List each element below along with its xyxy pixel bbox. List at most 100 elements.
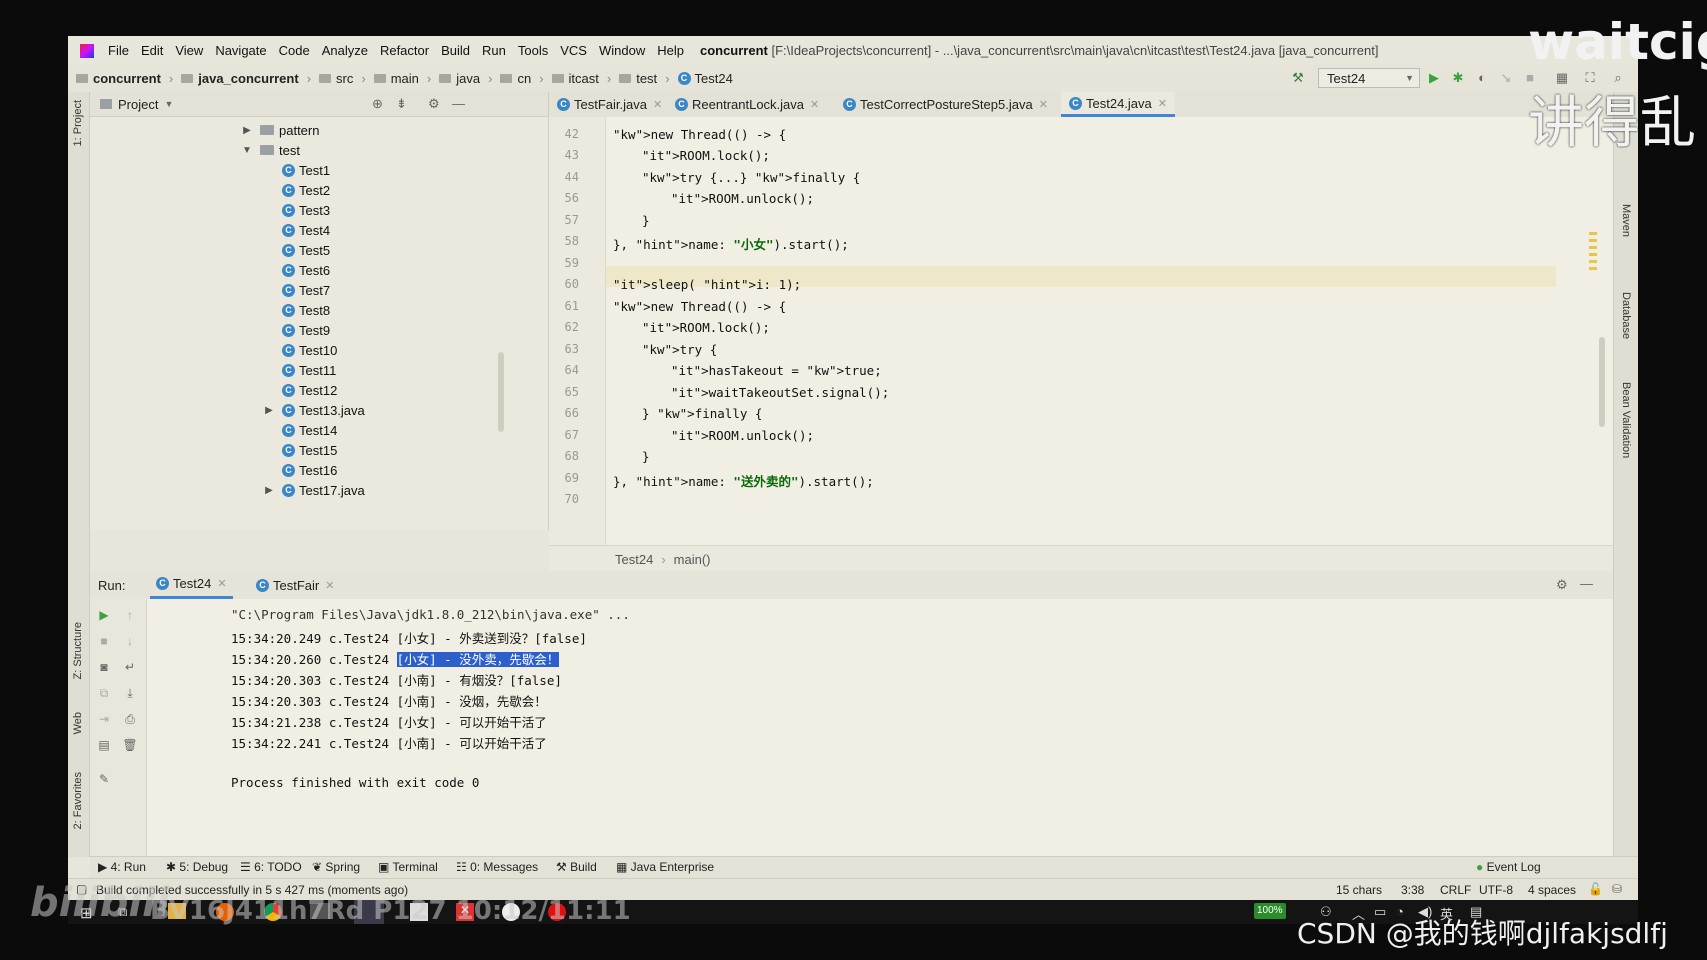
breadcrumb-cn[interactable]: cn › <box>500 71 544 86</box>
tree-item-pattern[interactable]: ▶ pattern <box>240 120 319 140</box>
tree-item-file[interactable]: ▶ C Test17.java <box>262 480 365 500</box>
chevron-down-icon[interactable]: ▼ <box>164 99 173 109</box>
menu-edit[interactable]: Edit <box>135 43 169 58</box>
layout-icon[interactable]: ▤ <box>96 737 112 753</box>
tree-item-class[interactable]: C Test15 <box>282 440 337 460</box>
breadcrumb-concurrent[interactable]: concurrent › <box>76 71 173 86</box>
menu-build[interactable]: Build <box>435 43 476 58</box>
chevron-right-icon[interactable]: ▶ <box>262 405 276 416</box>
project-panel-title[interactable]: Project <box>118 97 158 112</box>
tab-testcorrectposturestep5[interactable]: C TestCorrectPostureStep5.java ✕ <box>843 92 1048 117</box>
chevron-down-icon[interactable]: ▼ <box>240 145 254 156</box>
favorites-tool-button[interactable]: 2: Favorites <box>72 772 84 829</box>
menu-help[interactable]: Help <box>651 43 690 58</box>
stop-icon[interactable]: ■ <box>1522 70 1538 86</box>
tab-reentrantlock[interactable]: C ReentrantLock.java ✕ <box>675 92 819 117</box>
file-encoding[interactable]: UTF-8 <box>1479 883 1513 897</box>
profile-icon[interactable]: ↘ <box>1498 70 1514 86</box>
debug-tool-button[interactable]: ✱ 5: Debug <box>166 860 228 874</box>
console-output[interactable]: "C:\Program Files\Java\jdk1.8.0_212\bin\… <box>147 599 1613 856</box>
tree-item-class[interactable]: C Test11 <box>282 360 336 380</box>
menu-tools[interactable]: Tools <box>512 43 554 58</box>
soft-wrap-icon[interactable]: ↵ <box>122 659 138 675</box>
tree-item-class[interactable]: C Test2 <box>282 180 330 200</box>
chevron-right-icon[interactable]: ▶ <box>240 125 254 136</box>
tree-item-class[interactable]: C Test14 <box>282 420 337 440</box>
bean-validation-tool-button[interactable]: Bean Validation <box>1620 382 1632 458</box>
tree-item-class[interactable]: C Test5 <box>282 240 330 260</box>
menu-file[interactable]: File <box>102 43 135 58</box>
editor-scrollbar[interactable] <box>1599 337 1605 427</box>
git-icon[interactable]: ⛁ <box>1612 882 1622 896</box>
tree-item-class[interactable]: C Test3 <box>282 200 330 220</box>
exit-icon[interactable]: ⇥ <box>96 711 112 727</box>
run-tab-testfair[interactable]: C TestFair ✕ <box>250 571 340 599</box>
gear-icon[interactable]: ⚙ <box>1556 577 1568 593</box>
menu-analyze[interactable]: Analyze <box>316 43 374 58</box>
run-tab-test24[interactable]: C Test24 ✕ <box>150 571 233 599</box>
pin-icon[interactable]: ✎ <box>96 771 112 787</box>
menu-navigate[interactable]: Navigate <box>209 43 272 58</box>
chevron-right-icon[interactable]: ▶ <box>262 485 276 496</box>
build-hammer-icon[interactable]: ⚒ <box>1290 70 1306 86</box>
tree-scrollbar[interactable] <box>498 352 504 432</box>
breadcrumb-java[interactable]: java › <box>439 71 492 86</box>
breadcrumb-main[interactable]: main › <box>373 71 431 86</box>
breadcrumb-test[interactable]: test › <box>619 71 670 86</box>
tree-item-file[interactable]: ▶ C Test13.java <box>262 400 365 420</box>
print-icon[interactable]: ⎙ <box>122 711 138 727</box>
menu-vcs[interactable]: VCS <box>554 43 593 58</box>
project-structure-icon[interactable]: ▦ <box>1554 70 1570 86</box>
tab-test24[interactable]: C Test24.java ✕ <box>1061 92 1175 117</box>
locate-icon[interactable]: ⊕ <box>372 96 383 112</box>
breadcrumb-src[interactable]: src › <box>319 71 366 86</box>
maven-tool-button[interactable]: Maven <box>1620 204 1632 237</box>
gear-icon[interactable]: ⚙ <box>428 96 440 112</box>
tree-item-class[interactable]: C Test6 <box>282 260 330 280</box>
text-selection[interactable]: [小女] - 没外卖，先歇会！ <box>396 652 560 667</box>
tree-item-class[interactable]: C Test16 <box>282 460 337 480</box>
lock-icon[interactable]: 🔓 <box>1588 882 1603 896</box>
breadcrumb-module[interactable]: java_concurrent › <box>181 71 311 86</box>
event-log-button[interactable]: ● Event Log <box>1476 860 1541 874</box>
breadcrumb-method[interactable]: main() <box>674 552 711 567</box>
web-tool-button[interactable]: Web <box>72 712 84 734</box>
tree-item-class[interactable]: C Test7 <box>282 280 330 300</box>
scroll-to-end-icon[interactable]: ⤓ <box>122 685 138 701</box>
restore-layout-icon[interactable]: ⧉ <box>96 685 112 701</box>
stop-icon[interactable]: ■ <box>96 633 112 649</box>
caret-position[interactable]: 3:38 <box>1401 883 1424 897</box>
up-arrow-icon[interactable]: ↑ <box>122 607 138 623</box>
close-icon[interactable]: ✕ <box>810 98 819 111</box>
tree-item-class[interactable]: C Test8 <box>282 300 330 320</box>
breadcrumb-test24[interactable]: C Test24 <box>677 71 733 86</box>
close-icon[interactable]: ✕ <box>653 98 662 111</box>
java-enterprise-tool-button[interactable]: ▦ Java Enterprise <box>616 860 714 874</box>
breadcrumb-itcast[interactable]: itcast › <box>551 71 611 86</box>
messages-tool-button[interactable]: ☷ 0: Messages <box>456 860 538 874</box>
menu-refactor[interactable]: Refactor <box>374 43 435 58</box>
tree-item-class[interactable]: C Test4 <box>282 220 330 240</box>
terminal-tool-button[interactable]: ▣ Terminal <box>378 860 438 874</box>
spring-tool-button[interactable]: ❦ Spring <box>312 860 360 874</box>
menu-code[interactable]: Code <box>273 43 316 58</box>
indent-setting[interactable]: 4 spaces <box>1528 883 1576 897</box>
run-tool-button[interactable]: ▶ 4: Run <box>98 860 146 874</box>
camera-icon[interactable]: ◙ <box>96 659 112 675</box>
tab-testfair[interactable]: C TestFair.java ✕ <box>557 92 662 117</box>
close-icon[interactable]: ✕ <box>325 579 334 592</box>
debug-icon[interactable]: ✱ <box>1450 70 1466 86</box>
coverage-icon[interactable]: ◐ <box>1474 70 1490 86</box>
tree-item-class[interactable]: C Test9 <box>282 320 330 340</box>
tree-item-class[interactable]: C Test1 <box>282 160 330 180</box>
todo-tool-button[interactable]: ☰ 6: TODO <box>240 860 302 874</box>
hide-icon[interactable]: — <box>452 96 465 111</box>
collapse-all-icon[interactable]: ⇟ <box>396 96 407 112</box>
down-arrow-icon[interactable]: ↓ <box>122 633 138 649</box>
line-separator[interactable]: CRLF <box>1440 883 1471 897</box>
database-tool-button[interactable]: Database <box>1620 292 1632 339</box>
run-configuration-select[interactable]: Test24 ▼ <box>1318 68 1420 88</box>
project-tool-button[interactable]: 1: Project <box>72 100 84 146</box>
presentation-icon[interactable]: ⛶ <box>1582 70 1598 86</box>
menu-view[interactable]: View <box>169 43 209 58</box>
